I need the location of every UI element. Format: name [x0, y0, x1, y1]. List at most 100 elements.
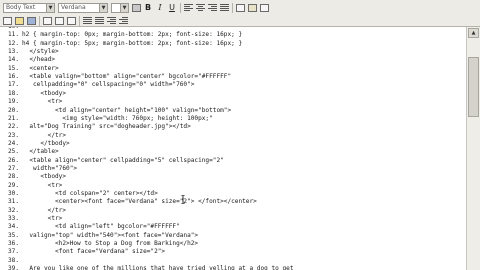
- open-folder-icon[interactable]: [15, 16, 24, 25]
- code-text: <tbody>: [22, 89, 67, 97]
- code-text: <td colspan="2" center></td>: [22, 190, 158, 197]
- code-text: width="760">: [22, 164, 78, 172]
- line-number: 25.: [7, 148, 19, 156]
- code-text: <h2>How to Stop a Dog from Barking</h2>: [22, 240, 199, 248]
- bullet-list-icon[interactable]: [83, 16, 92, 25]
- line-number: 13.: [7, 48, 19, 56]
- line-number: 35.: [7, 231, 19, 239]
- code-line: 14. </head>: [0, 56, 55, 64]
- code-text: </style>: [22, 48, 59, 56]
- scroll-up-icon[interactable]: ▲: [468, 28, 479, 38]
- code-line: 25. </table>: [0, 148, 59, 156]
- color-picker-icon[interactable]: [132, 3, 141, 12]
- code-line: 12. h4 { margin-top: 5px; margin-bottom: …: [0, 40, 242, 48]
- toolbar-divider: [180, 2, 181, 13]
- line-number: 21.: [7, 114, 19, 122]
- code-line: 39. Are you like one of the millions tha…: [0, 265, 294, 270]
- paste-icon[interactable]: [67, 16, 76, 25]
- code-line: 18. <tbody>: [0, 90, 66, 98]
- code-text: </tr>: [22, 131, 67, 139]
- image-icon[interactable]: [248, 3, 257, 12]
- code-text: <tr>: [22, 215, 63, 223]
- line-number: 14.: [7, 56, 19, 64]
- code-text: <table align="center" cellpadding="5" ce…: [22, 156, 224, 164]
- line-number: 34.: [7, 223, 19, 231]
- code-text: <img style="width: 760px; height: 100px;…: [22, 114, 213, 122]
- code-text: </head>: [22, 56, 56, 64]
- code-text: <font face="Verdana" size="2">: [22, 248, 166, 256]
- code-text: <td align="center" height="100" valign="…: [22, 106, 232, 114]
- new-document-icon[interactable]: [3, 16, 12, 25]
- style-select-value: Body Text: [6, 3, 36, 11]
- numbered-list-icon[interactable]: [95, 16, 104, 25]
- line-number: 16.: [7, 73, 19, 81]
- code-line: 21. <img style="width: 760px; height: 10…: [0, 115, 213, 123]
- line-number: 32.: [7, 206, 19, 214]
- size-select[interactable]: ▼: [111, 2, 129, 13]
- vertical-scrollbar[interactable]: ▲: [466, 27, 480, 270]
- code-line: 16. <table valign="bottom" align="center…: [0, 73, 231, 81]
- code-line: 26. <table align="center" cellpadding="5…: [0, 157, 224, 165]
- line-number: 33.: [7, 215, 19, 223]
- font-select[interactable]: Verdana ▼: [58, 2, 108, 13]
- line-number: 22.: [7, 123, 19, 131]
- code-line: 29. <tr>: [0, 182, 62, 190]
- code-line: 13. </style>: [0, 48, 59, 56]
- line-number: 17.: [7, 81, 19, 89]
- scroll-thumb[interactable]: [468, 57, 479, 117]
- align-right-icon[interactable]: [208, 3, 217, 12]
- code-text: <center>: [22, 64, 59, 72]
- code-line: 37. <font face="Verdana" size="2">: [0, 248, 165, 256]
- code-line: 20. <td align="center" height="100" vali…: [0, 107, 231, 115]
- chevron-down-icon[interactable]: ▼: [120, 3, 128, 12]
- save-icon[interactable]: [27, 16, 36, 25]
- code-text: <center><font face="Verdana" size="2"> <…: [22, 198, 257, 206]
- code-text: h4 { margin-top: 5px; margin-bottom: 2px…: [22, 39, 243, 47]
- toolbar-row-bottom: [0, 14, 128, 27]
- code-line: 33. <tr>: [0, 215, 62, 223]
- line-number: 15.: [7, 64, 19, 72]
- align-left-icon[interactable]: [184, 3, 193, 12]
- code-text: valign="top" width="540"><font face="Ver…: [22, 231, 199, 239]
- code-line: 11. h2 { margin-top: 0px; margin-bottom: …: [0, 31, 242, 39]
- code-line: 17. cellpadding="0" cellspacing="0" widt…: [0, 81, 194, 89]
- text-cursor-icon: [181, 195, 185, 204]
- line-number: 24.: [7, 139, 19, 147]
- line-number: 27.: [7, 164, 19, 172]
- line-number: 39.: [7, 265, 19, 270]
- code-editor[interactable]: 10.11.h2 { margin-top: 0px; margin-botto…: [0, 27, 466, 270]
- code-line: 24. </tbody>: [0, 140, 70, 148]
- code-line: 27. width="760">: [0, 165, 77, 173]
- chevron-down-icon[interactable]: ▼: [46, 3, 54, 12]
- italic-button[interactable]: I: [155, 3, 165, 13]
- outdent-icon[interactable]: [107, 16, 116, 25]
- toolbar-divider: [39, 15, 40, 26]
- code-line: 36. <h2>How to Stop a Dog from Barking</…: [0, 240, 198, 248]
- copy-icon[interactable]: [55, 16, 64, 25]
- toolbar-row-top: Body Text ▼ Verdana ▼ ▼ B I U: [0, 1, 269, 14]
- table-icon[interactable]: [236, 3, 245, 12]
- underline-button[interactable]: U: [167, 3, 177, 13]
- align-justify-icon[interactable]: [220, 3, 229, 12]
- line-number: 12.: [7, 39, 19, 47]
- code-line: 30. <td colspan="2" center></td>: [0, 190, 158, 198]
- chevron-down-icon[interactable]: ▼: [99, 3, 107, 12]
- code-line: 35. valign="top" width="540"><font face=…: [0, 232, 198, 240]
- line-number: 26.: [7, 156, 19, 164]
- cut-icon[interactable]: [43, 16, 52, 25]
- bold-button[interactable]: B: [143, 3, 153, 13]
- line-number: 36.: [7, 240, 19, 248]
- align-center-icon[interactable]: [196, 3, 205, 12]
- code-line: 15. <center>: [0, 65, 59, 73]
- code-text: cellpadding="0" cellspacing="0" width="7…: [22, 81, 195, 89]
- line-number: 37.: [7, 248, 19, 256]
- code-line: 28. <tbody>: [0, 173, 66, 181]
- code-text: <td align="left" bgcolor="#FFFFFF": [22, 223, 180, 231]
- link-icon[interactable]: [260, 3, 269, 12]
- indent-icon[interactable]: [119, 16, 128, 25]
- line-number: 19.: [7, 98, 19, 106]
- style-select[interactable]: Body Text ▼: [3, 2, 55, 13]
- code-line: 19. <tr>: [0, 98, 62, 106]
- code-line: 23. </tr>: [0, 132, 66, 140]
